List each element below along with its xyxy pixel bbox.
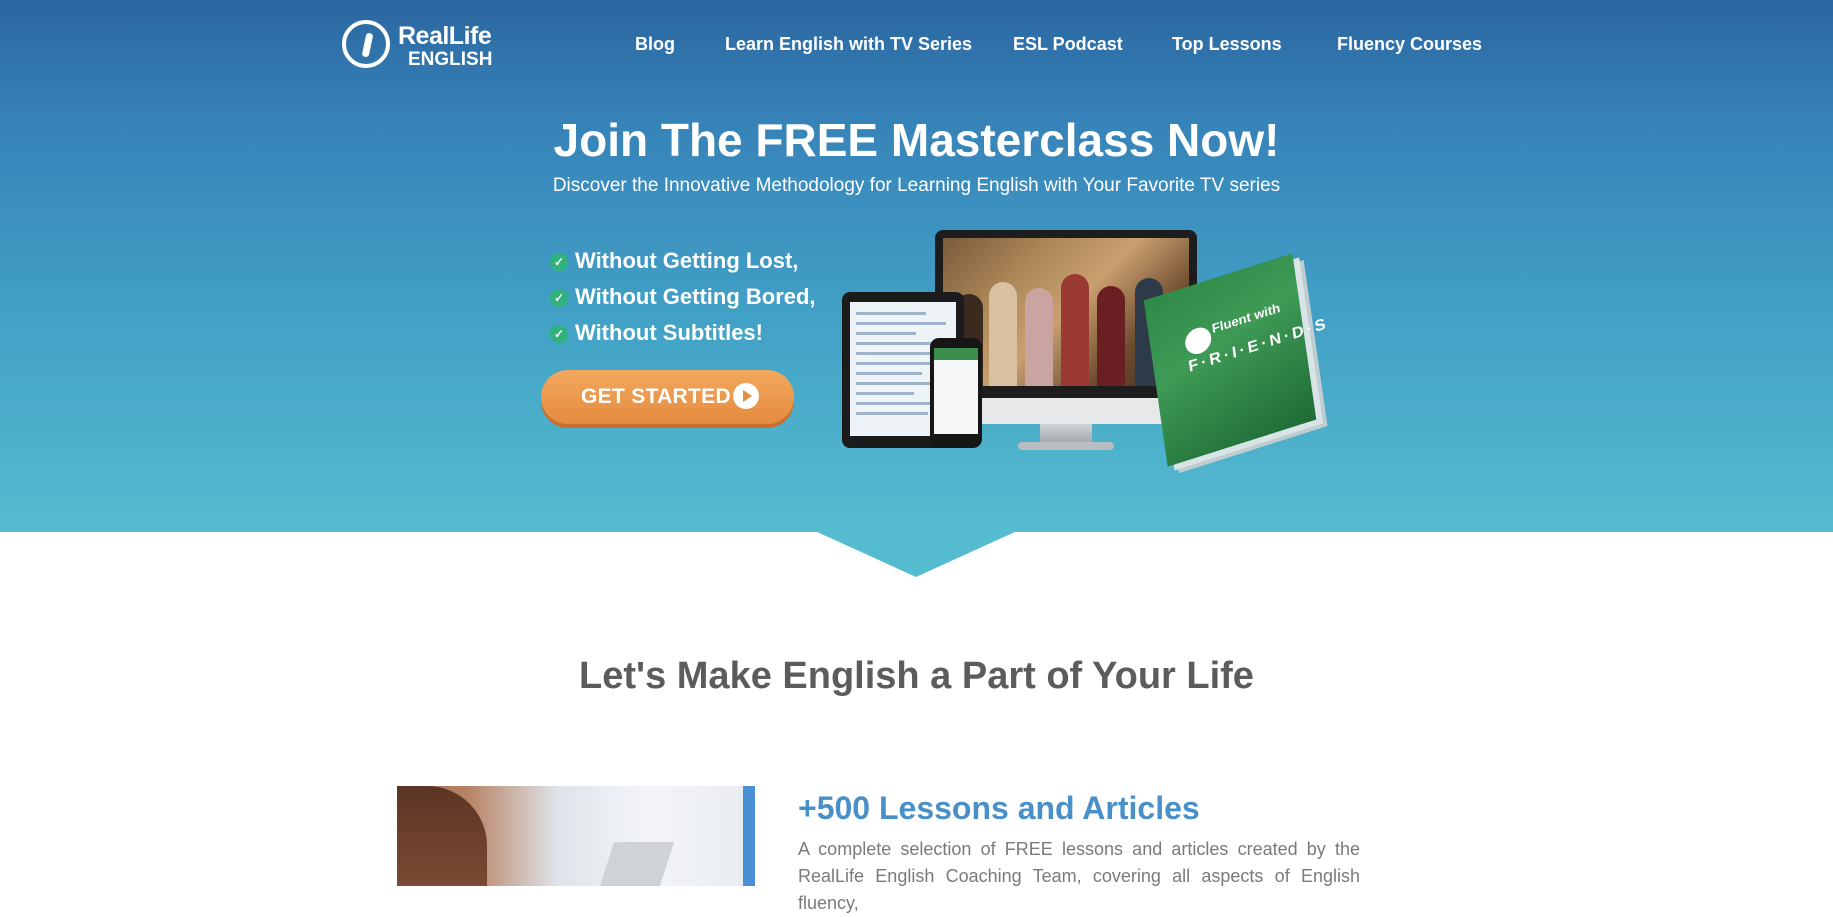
logo-text-line1: RealLife (398, 22, 492, 50)
hero-notch (815, 531, 1017, 577)
check-icon: ✓ (550, 289, 568, 307)
nav-item-blog[interactable]: Blog (635, 34, 675, 55)
benefit-text: Without Getting Lost, (575, 248, 799, 273)
benefit-text: Without Getting Bored, (575, 284, 816, 309)
nav-item-top-lessons[interactable]: Top Lessons (1172, 34, 1282, 55)
lessons-photo (397, 786, 755, 886)
play-circle-icon (733, 383, 759, 409)
logo-mark-icon (342, 20, 390, 68)
phone-illustration (930, 338, 982, 448)
product-devices-image: Fluent with F·R·I·E·N·D·S (838, 228, 1336, 467)
book-title-line1: Fluent with (1211, 300, 1282, 337)
lessons-title[interactable]: +500 Lessons and Articles (798, 790, 1200, 827)
lessons-description: A complete selection of FREE lessons and… (798, 839, 1360, 913)
section-title: Let's Make English a Part of Your Life (579, 655, 1254, 697)
benefit-text: Without Subtitles! (575, 320, 763, 345)
hero-subtitle: Discover the Innovative Methodology for … (552, 175, 1281, 196)
nav-item-esl-podcast[interactable]: ESL Podcast (1013, 34, 1123, 55)
nav-item-fluency-courses[interactable]: Fluency Courses (1337, 34, 1482, 55)
check-icon: ✓ (550, 253, 568, 271)
get-started-button[interactable]: GET STARTED (541, 370, 794, 424)
site-logo[interactable]: RealLife ENGLISH (342, 20, 502, 72)
get-started-label: GET STARTED (581, 385, 731, 408)
check-icon: ✓ (550, 325, 568, 343)
nav-item-tv-series[interactable]: Learn English with TV Series (725, 34, 972, 55)
logo-text-line2: ENGLISH (408, 49, 493, 70)
hero-title: Join The FREE Masterclass Now! (553, 114, 1280, 166)
